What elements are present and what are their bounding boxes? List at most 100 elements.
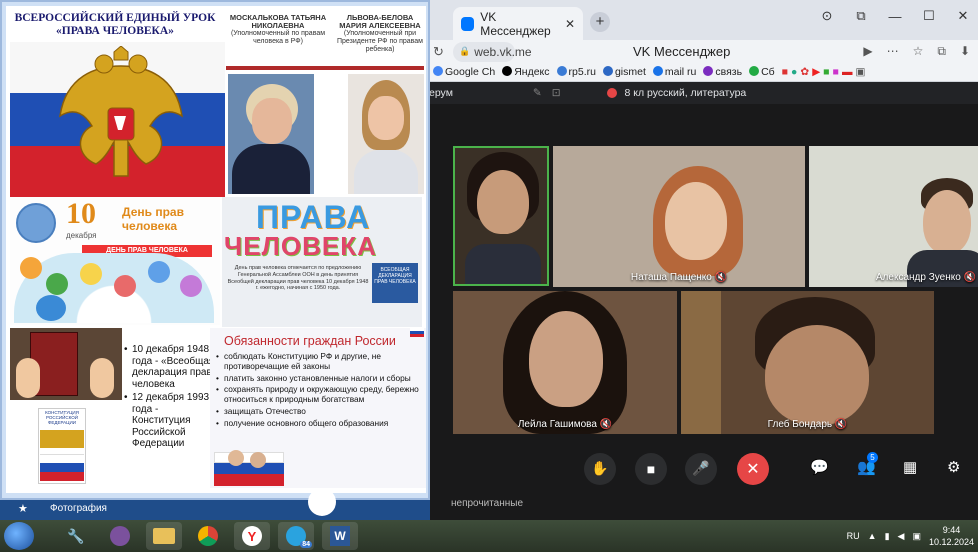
bookmark-google[interactable]: Google Ch [433, 66, 495, 78]
chat-avatar[interactable] [606, 88, 617, 98]
clock[interactable]: 9:44 10.12.2024 [929, 524, 974, 548]
taskbar-telegram-icon[interactable]: 84 [278, 522, 314, 550]
mail-icon [652, 66, 663, 76]
duties-panel: Обязанности граждан России соблюдать Кон… [210, 328, 426, 488]
prava-caption: День прав человека отмечается по предлож… [227, 265, 369, 292]
taskbar-word-icon[interactable]: W [322, 522, 358, 550]
viewer-round-button[interactable] [308, 488, 336, 516]
participants-icon[interactable]: 👥 5 [857, 452, 878, 476]
declaration-cover: ВСЕОБЩАЯ ДЕКЛАРАЦИЯ ПРАВ ЧЕЛОВЕКА [372, 263, 418, 303]
taskbar-explorer-icon[interactable] [146, 522, 182, 550]
yandex-icon [502, 66, 513, 76]
image-viewer-window: ВСЕРОССИЙСКИЙ ЕДИНЫЙ УРОК «ПРАВА ЧЕЛОВЕК… [0, 0, 430, 500]
url-field[interactable]: 🔒 web.vk.me [453, 41, 532, 62]
video-tile-leila[interactable]: Лейла Гашимова 🔇 [453, 291, 677, 434]
taskbar-yandex-browser-icon[interactable]: Y [234, 522, 270, 550]
maximize-button[interactable]: ☐ [920, 8, 938, 24]
duty-item: соблюдать Конституцию РФ и другие, не пр… [216, 351, 426, 372]
bookmark-yandex[interactable]: Яндекс [502, 66, 550, 78]
svyaz-icon [703, 66, 714, 76]
settings-icon[interactable]: ⚙ [947, 458, 960, 476]
video-tile-gleb[interactable]: Глеб Бондарь 🔇 [681, 291, 934, 434]
microphone-button[interactable]: 🎤 [685, 452, 717, 485]
day-month: декабря [66, 231, 97, 240]
tab-vk-messenger[interactable]: VK Мессенджер ✕ [453, 7, 583, 40]
bookmark-mailru[interactable]: mail ru [652, 66, 696, 78]
duty-item: сохранять природу и окружающую среду, бе… [216, 385, 426, 405]
video-tile-natasha[interactable]: Наташа Пащенко 🔇 [553, 146, 805, 287]
slide-image: ВСЕРОССИЙСКИЙ ЕДИНЫЙ УРОК «ПРАВА ЧЕЛОВЕК… [6, 6, 426, 493]
declaration-book-photo [10, 328, 122, 400]
bookmark-sb[interactable]: Сб [749, 66, 775, 78]
divider [226, 66, 424, 70]
chat-icon[interactable]: 💬 [810, 458, 829, 476]
day-title: День прав человека [122, 205, 184, 233]
flag-corner-icon [410, 328, 424, 337]
language-indicator[interactable]: RU [847, 531, 860, 541]
portrait-lvova-belova [348, 74, 424, 194]
video-tile-teacher[interactable] [453, 146, 549, 286]
more-icon[interactable]: ⋯ [887, 44, 899, 59]
taskbar-viber-icon[interactable] [102, 522, 138, 550]
bookmarks-bar: Google Ch Яндекс rp5.ru gismet mail ru с… [425, 63, 978, 82]
mic-off-icon: 🔇 [963, 272, 976, 283]
desktop: VK Мессенджер ✕ + ⊙ ⧉ — ☐ ✕ ↻ 🔒 web.vk.m… [0, 0, 978, 552]
new-tab-button[interactable]: + [590, 12, 610, 32]
close-tab-icon[interactable]: ✕ [565, 17, 575, 31]
chat-title[interactable]: 8 кл русский, литература [625, 87, 747, 99]
date-item: 12 декабря 1993 года - Конституция Росси… [124, 392, 216, 450]
telegram-badge: 84 [300, 541, 312, 548]
camera-button[interactable]: ■ [635, 452, 667, 485]
restore-icon[interactable]: ⧉ [852, 8, 870, 24]
bookmark-icon[interactable]: ☆ [913, 44, 924, 59]
lock-icon: 🔒 [459, 46, 471, 56]
dates-list: 10 декабря 1948 года - «Всеобщая деклара… [124, 344, 216, 452]
tray-arrow-icon[interactable]: ▲ [868, 531, 877, 541]
page-title: VK Мессенджер [633, 44, 731, 59]
tab-bar: VK Мессенджер ✕ + ⊙ ⧉ — ☐ ✕ [425, 0, 978, 40]
bookmark-gismet[interactable]: gismet [602, 66, 646, 78]
raise-hand-button[interactable]: ✋ [584, 452, 616, 485]
duty-item: получение основного общего образования [216, 418, 426, 429]
rp5-icon [556, 66, 567, 76]
person2-caption: ЛЬВОВА-БЕЛОВА МАРИЯ АЛЕКСЕЕВНА (Уполномо… [337, 13, 423, 54]
participants-count-badge: 5 [867, 452, 878, 463]
reload-icon[interactable]: ↻ [433, 44, 445, 60]
unread-filter[interactable]: непрочитанные [425, 491, 978, 520]
network-icon[interactable]: ▮ [885, 531, 890, 542]
layout-icon[interactable]: ▦ [903, 458, 917, 476]
taskbar-settings-icon[interactable]: 🔧 [58, 522, 94, 550]
cheloveka-word: ЧЕЛОВЕКА [224, 231, 377, 261]
bookmark-rp5[interactable]: rp5.ru [556, 66, 596, 78]
volume-icon[interactable]: ◀ [898, 531, 905, 542]
favorite-icon[interactable]: ★ [18, 502, 28, 515]
tab-title: VK Мессенджер [480, 9, 551, 38]
duties-title: Обязанности граждан России [224, 334, 396, 348]
bookmark-icons-row[interactable]: ■●✿▶■■▬▣ [782, 66, 869, 78]
end-call-button[interactable]: ✕ [737, 452, 769, 485]
bookmark-svyaz[interactable]: связь [703, 66, 742, 78]
sber-icon [749, 66, 760, 76]
download-icon[interactable]: ⬇ [960, 44, 970, 59]
close-window-button[interactable]: ✕ [954, 8, 972, 24]
vk-logo-icon [461, 16, 475, 31]
minimize-button[interactable]: — [886, 9, 904, 24]
human-rights-poster: ПРАВА ЧЕЛОВЕКА ВСЕОБЩАЯ ДЕКЛАРАЦИЯ ПРАВ … [222, 197, 422, 327]
tray-app-icon[interactable]: ▣ [912, 531, 921, 542]
date: 10.12.2024 [928, 537, 974, 547]
profile-icon[interactable]: ⊙ [818, 8, 836, 24]
taskbar: 🔧 Y 84 W RU ▲ ▮ ◀ ▣ 9:44 10.12.2024 [0, 520, 978, 552]
taskbar-chrome-icon[interactable] [190, 522, 226, 550]
day-number: 10 [66, 197, 96, 230]
participant-name: Лейла Гашимова 🔇 [517, 419, 613, 430]
video-tile-alexander[interactable]: Александр Зуенко 🔇 [809, 146, 978, 287]
family-flag-image [214, 450, 284, 486]
start-button[interactable] [4, 522, 34, 550]
un-emblem-icon [16, 203, 56, 243]
human-rights-day-picture: 10 декабря День прав человека ДЕНЬ ПРАВ … [10, 197, 220, 325]
extensions-icon[interactable]: ⧉ [937, 44, 946, 59]
call-controls: ✋ ■ 🎤 ✕ 💬 👥 5 ▦ ⚙ [425, 446, 978, 491]
photo-viewer-bar: ★ Фотография [0, 488, 430, 520]
camera-permission-icon[interactable]: ▶ [863, 44, 872, 59]
chat-actions-icons[interactable]: ✎⊡ [533, 87, 571, 99]
